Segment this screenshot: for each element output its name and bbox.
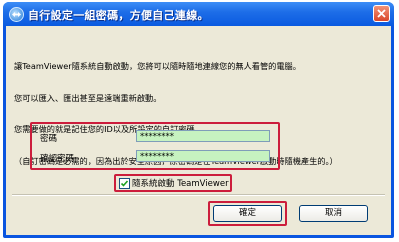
teamviewer-icon [9,7,24,22]
title-bar[interactable]: 自行設定一組密碼，方便自己連線。 [3,2,394,26]
ok-button[interactable]: 確定 [213,205,282,222]
window-title: 自行設定一組密碼，方便自己連線。 [28,9,209,22]
password-field[interactable]: ******** [136,130,270,142]
description-line: 讓TeamViewer隨系統自動啟動，您將可以隨時隨地連線您的無人看管的電腦。 [14,61,301,71]
description-line: 您可以匯入、匯出甚至是遠端重新啟動。 [14,92,162,103]
close-button[interactable] [373,5,390,22]
dialog-window: 自行設定一組密碼，方便自己連線。 讓TeamViewer隨系統自動啟動，您將可以… [3,2,394,238]
autostart-checkbox[interactable] [119,178,130,189]
autostart-option[interactable]: 隨系統啟動 TeamViewer [114,174,232,192]
close-icon [377,9,386,18]
confirm-password-field[interactable]: ******** [136,150,270,162]
dialog-body: 讓TeamViewer隨系統自動啟動，您將可以隨時隨地連線您的無人看管的電腦。 … [6,26,391,235]
password-label: 密碼 [40,134,58,144]
autostart-label: 隨系統啟動 TeamViewer [132,179,229,189]
confirm-password-label: 確認密碼 [40,154,75,164]
divider [12,194,385,196]
cancel-button[interactable]: 取消 [299,205,368,222]
ok-button-highlight: 確定 [208,201,287,226]
check-icon [120,180,129,187]
password-form: 密碼 ******** 確認密碼 ******** [30,122,280,170]
